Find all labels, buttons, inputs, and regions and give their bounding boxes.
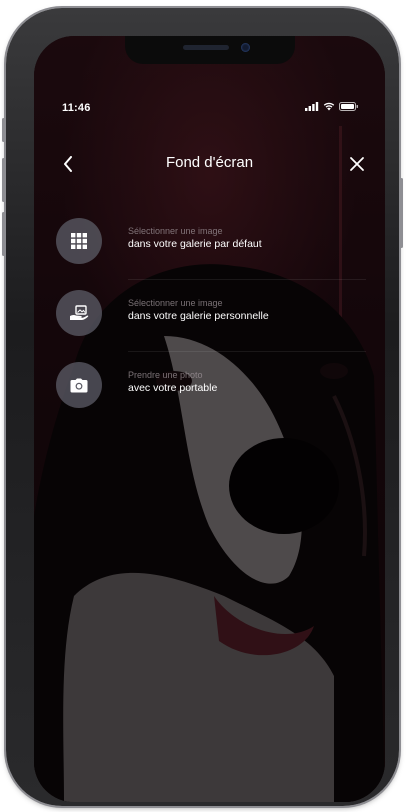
header: Fond d'écran — [34, 146, 385, 186]
divider — [128, 279, 366, 280]
option-icon-circle — [56, 362, 102, 408]
battery-icon — [339, 102, 358, 111]
phone-frame: 11:46 Fond d'écran Sélectionner une imag… — [2, 8, 403, 806]
volume-up-button — [2, 158, 5, 202]
option-description: avec votre portable — [128, 382, 218, 394]
camera-icon — [70, 378, 88, 392]
hand-image-icon — [70, 305, 89, 320]
signal-icon — [305, 102, 319, 111]
status-time: 11:46 — [62, 102, 91, 114]
option-label: Sélectionner une image — [128, 298, 223, 308]
divider — [128, 351, 366, 352]
status-icons — [305, 102, 359, 111]
power-button — [400, 178, 403, 248]
silent-switch — [2, 118, 5, 142]
option-take-photo[interactable]: Prendre une photo avec votre portable — [56, 360, 366, 410]
option-description: dans votre galerie par défaut — [128, 238, 262, 250]
option-default-gallery[interactable]: Sélectionner une image dans votre galeri… — [56, 216, 366, 280]
option-icon-circle — [56, 290, 102, 336]
grid-icon — [71, 233, 87, 249]
speaker-grille — [182, 45, 229, 50]
option-description: dans votre galerie personnelle — [128, 310, 269, 322]
front-camera — [240, 43, 250, 52]
option-icon-circle — [56, 218, 102, 264]
notch — [124, 36, 295, 64]
option-label: Sélectionner une image — [128, 226, 223, 236]
volume-down-button — [2, 212, 5, 256]
page-title: Fond d'écran — [165, 154, 254, 171]
option-label: Prendre une photo — [128, 370, 203, 380]
option-personal-gallery[interactable]: Sélectionner une image dans votre galeri… — [56, 288, 366, 352]
phone-screen: 11:46 Fond d'écran Sélectionner une imag… — [34, 36, 385, 802]
close-icon — [350, 157, 364, 171]
close-button[interactable] — [345, 152, 369, 176]
wifi-icon — [323, 102, 335, 111]
